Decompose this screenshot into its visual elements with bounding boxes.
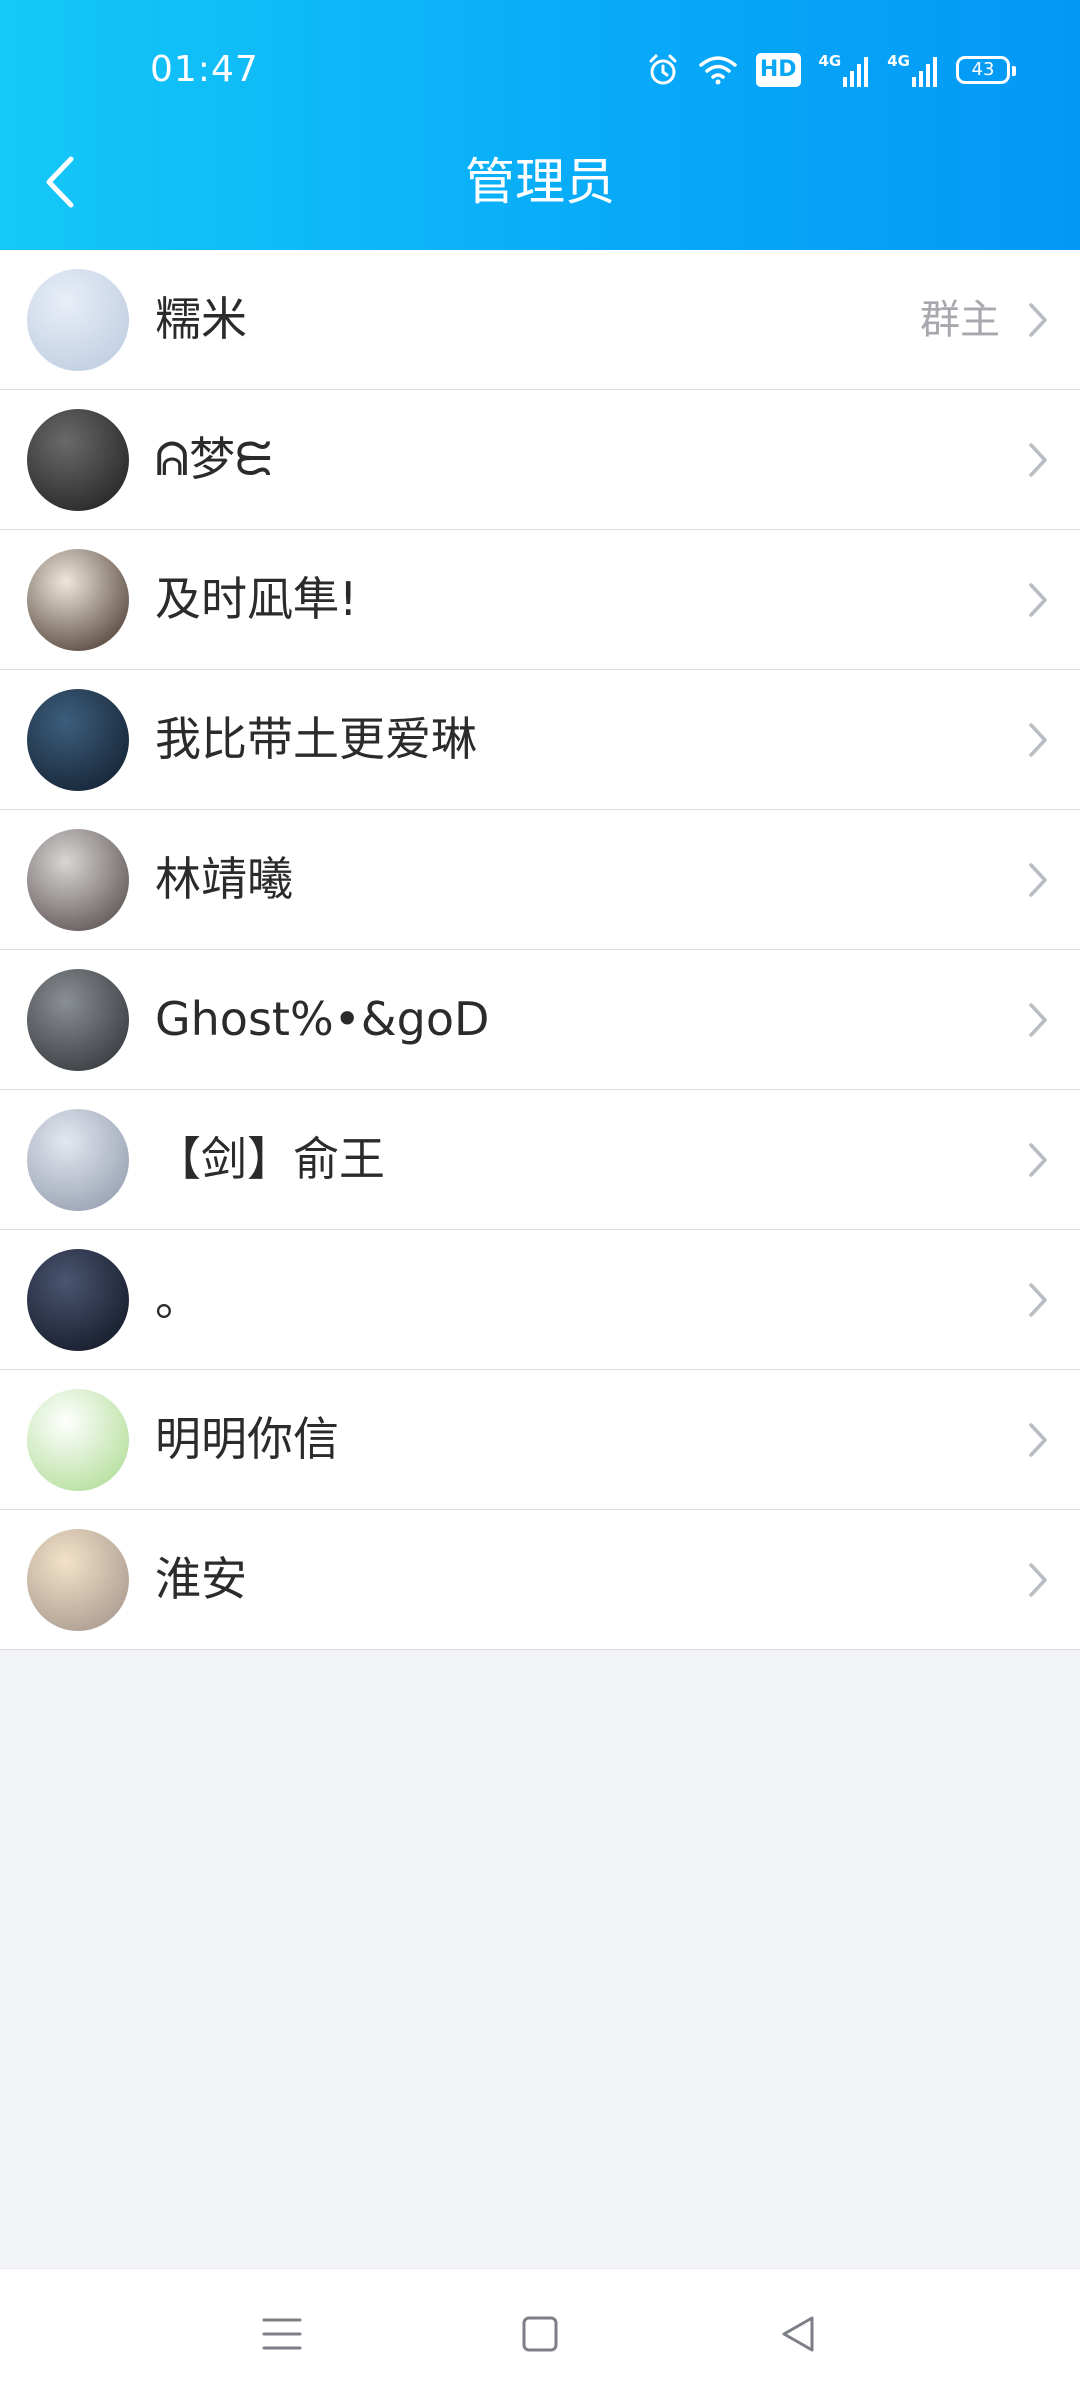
chevron-right-icon	[1018, 436, 1058, 484]
chevron-right-icon	[1018, 716, 1058, 764]
member-name: 【剑】俞王	[155, 1132, 385, 1186]
chevron-right-icon	[1018, 856, 1058, 904]
signal-icon: 4G	[887, 53, 938, 87]
avatar[interactable]	[27, 269, 129, 371]
member-row[interactable]: ᕱ梦ᙓ	[0, 390, 1080, 530]
member-row[interactable]: 淮安	[0, 1510, 1080, 1650]
hd-icon: HD	[755, 53, 801, 87]
member-row[interactable]: 林靖曦	[0, 810, 1080, 950]
member-row[interactable]: 。	[0, 1230, 1080, 1370]
chevron-right-icon	[1018, 1416, 1058, 1464]
member-name: 淮安	[155, 1552, 247, 1606]
network-type-label: 4G	[887, 52, 910, 70]
member-row[interactable]: 我比带土更爱琳	[0, 670, 1080, 810]
title-bar: 01:47 HD 4G 4G 43 管理员	[0, 0, 1080, 250]
system-nav-bar	[0, 2268, 1080, 2401]
member-name: ᕱ梦ᙓ	[155, 432, 273, 486]
avatar[interactable]	[27, 1389, 129, 1491]
role-label: 群主	[920, 297, 1000, 343]
chevron-right-icon	[1018, 996, 1058, 1044]
wifi-icon	[698, 54, 738, 86]
member-name: 。	[155, 1272, 201, 1326]
menu-button[interactable]	[247, 2299, 317, 2369]
member-row[interactable]: 及时凪隼!	[0, 530, 1080, 670]
chevron-right-icon	[1018, 1556, 1058, 1604]
avatar[interactable]	[27, 409, 129, 511]
menu-icon	[262, 2318, 302, 2350]
member-name: 及时凪隼!	[155, 572, 358, 626]
alarm-icon	[646, 53, 680, 87]
chevron-right-icon	[1018, 576, 1058, 624]
avatar[interactable]	[27, 969, 129, 1071]
home-button[interactable]	[505, 2299, 575, 2369]
avatar[interactable]	[27, 689, 129, 791]
status-time: 01:47	[150, 49, 259, 90]
member-row[interactable]: Ghost%•&goD	[0, 950, 1080, 1090]
avatar[interactable]	[27, 829, 129, 931]
back-icon	[782, 2316, 814, 2352]
member-name: Ghost%•&goD	[155, 992, 490, 1046]
avatar[interactable]	[27, 549, 129, 651]
avatar[interactable]	[27, 1249, 129, 1351]
chevron-right-icon	[1018, 1136, 1058, 1184]
status-icons: HD 4G 4G 43	[646, 48, 1016, 92]
battery-icon: 43	[956, 56, 1016, 84]
admin-list: 糯米 群主 ᕱ梦ᙓ 及时凪隼! 我比带土更爱琳 林靖曦 Ghost%•&goD 【剑】俞王。明…	[0, 250, 1080, 1650]
chevron-right-icon	[1018, 1276, 1058, 1324]
member-row[interactable]: 明明你信	[0, 1370, 1080, 1510]
page-title: 管理员	[465, 153, 615, 211]
member-row[interactable]: 【剑】俞王	[0, 1090, 1080, 1230]
member-name: 我比带土更爱琳	[155, 712, 477, 766]
member-row[interactable]: 糯米 群主	[0, 250, 1080, 390]
network-type-label: 4G	[818, 52, 842, 70]
member-name: 糯米	[155, 292, 247, 346]
member-name: 林靖曦	[155, 852, 293, 906]
system-back-button[interactable]	[763, 2299, 833, 2369]
chevron-right-icon	[1018, 296, 1058, 344]
home-icon	[522, 2316, 558, 2352]
avatar[interactable]	[27, 1109, 129, 1211]
signal-icon: 4G	[819, 53, 870, 87]
member-name: 明明你信	[155, 1412, 339, 1466]
avatar[interactable]	[27, 1529, 129, 1631]
